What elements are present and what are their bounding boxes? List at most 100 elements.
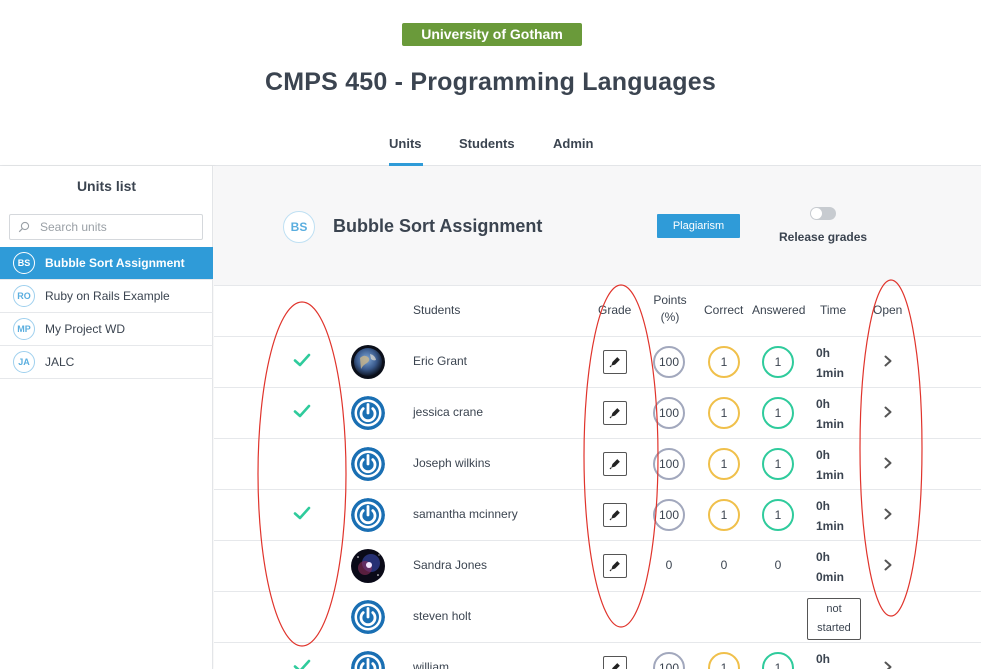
check-icon — [293, 404, 311, 418]
correct-circle: 1 — [708, 397, 740, 429]
toggle-knob — [811, 208, 822, 219]
plagiarism-button[interactable]: Plagiarism — [657, 214, 740, 238]
student-name[interactable]: jessica crane — [413, 405, 483, 419]
chevron-right-icon[interactable] — [882, 354, 894, 368]
pencil-icon — [609, 561, 620, 572]
unit-label: Ruby on Rails Example — [45, 289, 170, 303]
main-nav: Units Students Admin — [0, 136, 981, 166]
student-avatar — [351, 498, 385, 532]
time-value: 0h — [816, 649, 830, 669]
correct-value: 0 — [720, 558, 728, 572]
chevron-right-icon[interactable] — [882, 405, 894, 419]
chevron-right-icon[interactable] — [882, 507, 894, 521]
col-header-points: Points (%) — [652, 293, 688, 324]
assignment-avatar: BS — [283, 211, 315, 243]
pencil-icon — [609, 357, 620, 368]
release-grades-toggle[interactable] — [810, 207, 836, 220]
main-panel: BS Bubble Sort Assignment Plagiarism Rel… — [214, 166, 981, 669]
search-box[interactable] — [9, 214, 203, 240]
sidebar-unit-ruby-on-rails[interactable]: RO Ruby on Rails Example — [0, 280, 213, 313]
unit-label: My Project WD — [45, 322, 126, 336]
col-header-points-line1: Points — [653, 293, 687, 307]
time-value: 0h 1min — [816, 394, 844, 434]
student-avatar — [351, 600, 385, 634]
university-badge: University of Gotham — [402, 23, 582, 46]
release-grades-label: Release grades — [779, 230, 868, 244]
points-circle: 100 — [653, 499, 685, 531]
not-started-line1: not — [826, 603, 842, 615]
time-minutes: 1min — [816, 366, 845, 380]
col-header-correct: Correct — [704, 303, 744, 317]
tab-units[interactable]: Units — [389, 136, 423, 166]
not-started-badge: not started — [807, 598, 861, 640]
unit-label: JALC — [45, 355, 75, 369]
time-minutes: 1min — [816, 519, 845, 533]
correct-circle: 1 — [708, 346, 740, 378]
student-name[interactable]: Joseph wilkins — [413, 456, 490, 470]
time-hours: 0h — [816, 652, 831, 666]
grade-button[interactable] — [603, 452, 627, 476]
points-circle: 100 — [653, 652, 685, 669]
grade-button[interactable] — [603, 503, 627, 527]
search-units-input[interactable] — [40, 218, 198, 236]
units-sidebar: Units list BS Bubble Sort Assignment RO … — [0, 166, 213, 669]
grade-button[interactable] — [603, 656, 627, 669]
sidebar-unit-jalc[interactable]: JA JALC — [0, 346, 213, 379]
col-header-students: Students — [413, 303, 461, 317]
table-row: Eric Grant 100 1 1 0h 1min — [214, 336, 981, 387]
pencil-icon — [609, 510, 620, 521]
table-row: jessica crane 100 1 1 0h 1min — [214, 387, 981, 438]
time-minutes: 0min — [816, 570, 845, 584]
time-value: 0h 1min — [816, 343, 844, 383]
not-started-line2: started — [817, 622, 851, 634]
sidebar-title: Units list — [76, 178, 137, 194]
time-hours: 0h — [816, 499, 831, 513]
answered-circle: 1 — [762, 448, 794, 480]
student-name[interactable]: Eric Grant — [413, 354, 467, 368]
col-header-answered: Answered — [752, 303, 806, 317]
unit-label: Bubble Sort Assignment — [45, 256, 185, 270]
page-header: University of Gotham CMPS 450 - Programm… — [0, 0, 981, 166]
unit-avatar: RO — [13, 285, 35, 307]
time-hours: 0h — [816, 550, 831, 564]
student-avatar — [351, 549, 385, 583]
check-icon — [293, 353, 311, 367]
chevron-right-icon[interactable] — [882, 558, 894, 572]
student-name[interactable]: william ... — [413, 660, 462, 669]
time-hours: 0h — [816, 346, 831, 360]
correct-circle: 1 — [708, 448, 740, 480]
col-header-open: Open — [873, 303, 903, 317]
chevron-right-icon[interactable] — [882, 660, 894, 669]
student-avatar — [351, 447, 385, 481]
student-avatar — [351, 345, 385, 379]
points-value: 0 — [665, 558, 673, 572]
assignment-title: Bubble Sort Assignment — [333, 216, 543, 236]
points-circle: 100 — [653, 448, 685, 480]
student-name[interactable]: Sandra Jones — [413, 558, 487, 572]
sidebar-unit-my-project[interactable]: MP My Project WD — [0, 313, 213, 346]
points-circle: 100 — [653, 397, 685, 429]
grade-button[interactable] — [603, 554, 627, 578]
grade-button[interactable] — [603, 350, 627, 374]
table-row: Sandra Jones 0 0 0 0h 0min — [214, 540, 981, 591]
time-hours: 0h — [816, 397, 831, 411]
unit-avatar: JA — [13, 351, 35, 373]
grade-button[interactable] — [603, 401, 627, 425]
col-header-time: Time — [820, 303, 847, 317]
correct-circle: 1 — [708, 499, 740, 531]
time-value: 0h 0min — [816, 547, 844, 587]
answered-circle: 1 — [762, 499, 794, 531]
student-name[interactable]: steven holt — [413, 609, 471, 623]
table-row: Joseph wilkins 100 1 1 0h 1min — [214, 438, 981, 489]
table-row: steven holt not started — [214, 591, 981, 642]
chevron-right-icon[interactable] — [882, 456, 894, 470]
tab-students[interactable]: Students — [459, 136, 519, 166]
tab-admin[interactable]: Admin — [553, 136, 597, 166]
sidebar-unit-bubble-sort[interactable]: BS Bubble Sort Assignment — [0, 247, 213, 280]
answered-circle: 1 — [762, 652, 794, 669]
col-header-points-line2: (%) — [660, 310, 680, 324]
answered-value: 0 — [774, 558, 782, 572]
table-row: samantha mcinnery 100 1 1 0h 1min — [214, 489, 981, 540]
time-hours: 0h — [816, 448, 831, 462]
student-name[interactable]: samantha mcinnery — [413, 507, 518, 521]
